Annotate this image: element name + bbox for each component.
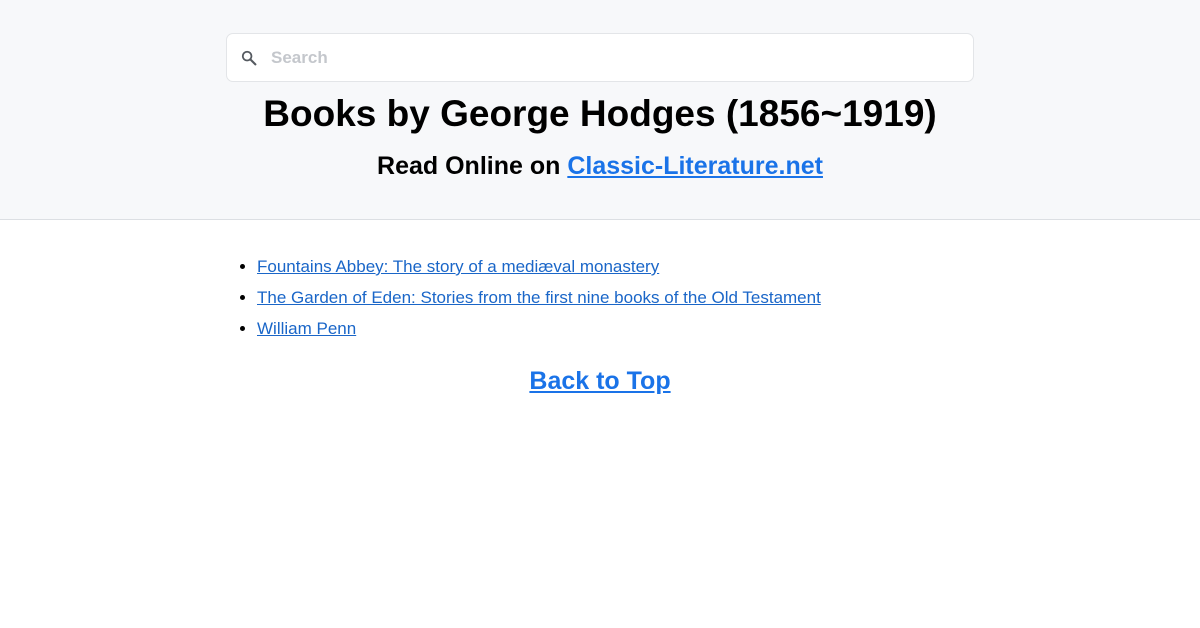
book-link[interactable]: The Garden of Eden: Stories from the fir… xyxy=(257,288,821,307)
book-link[interactable]: William Penn xyxy=(257,319,356,338)
site-link[interactable]: Classic-Literature.net xyxy=(567,152,823,180)
page-title: Books by George Hodges (1856~1919) xyxy=(263,93,937,134)
book-link[interactable]: Fountains Abbey: The story of a mediæval… xyxy=(257,257,659,276)
page-header: Books by George Hodges (1856~1919) Read … xyxy=(0,0,1200,220)
search-icon xyxy=(240,49,258,67)
list-item: William Penn xyxy=(257,313,821,344)
list-item: Fountains Abbey: The story of a mediæval… xyxy=(257,251,821,282)
search-input[interactable] xyxy=(271,34,973,81)
back-to-top-link[interactable]: Back to Top xyxy=(529,367,670,395)
search-box[interactable] xyxy=(226,33,974,82)
subtitle: Read Online on Classic-Literature.net xyxy=(0,150,1200,182)
subtitle-text: Read Online on xyxy=(377,152,568,180)
back-to-top: Back to Top xyxy=(0,365,1200,397)
list-item: The Garden of Eden: Stories from the fir… xyxy=(257,282,821,313)
book-list: Fountains Abbey: The story of a mediæval… xyxy=(227,251,821,344)
